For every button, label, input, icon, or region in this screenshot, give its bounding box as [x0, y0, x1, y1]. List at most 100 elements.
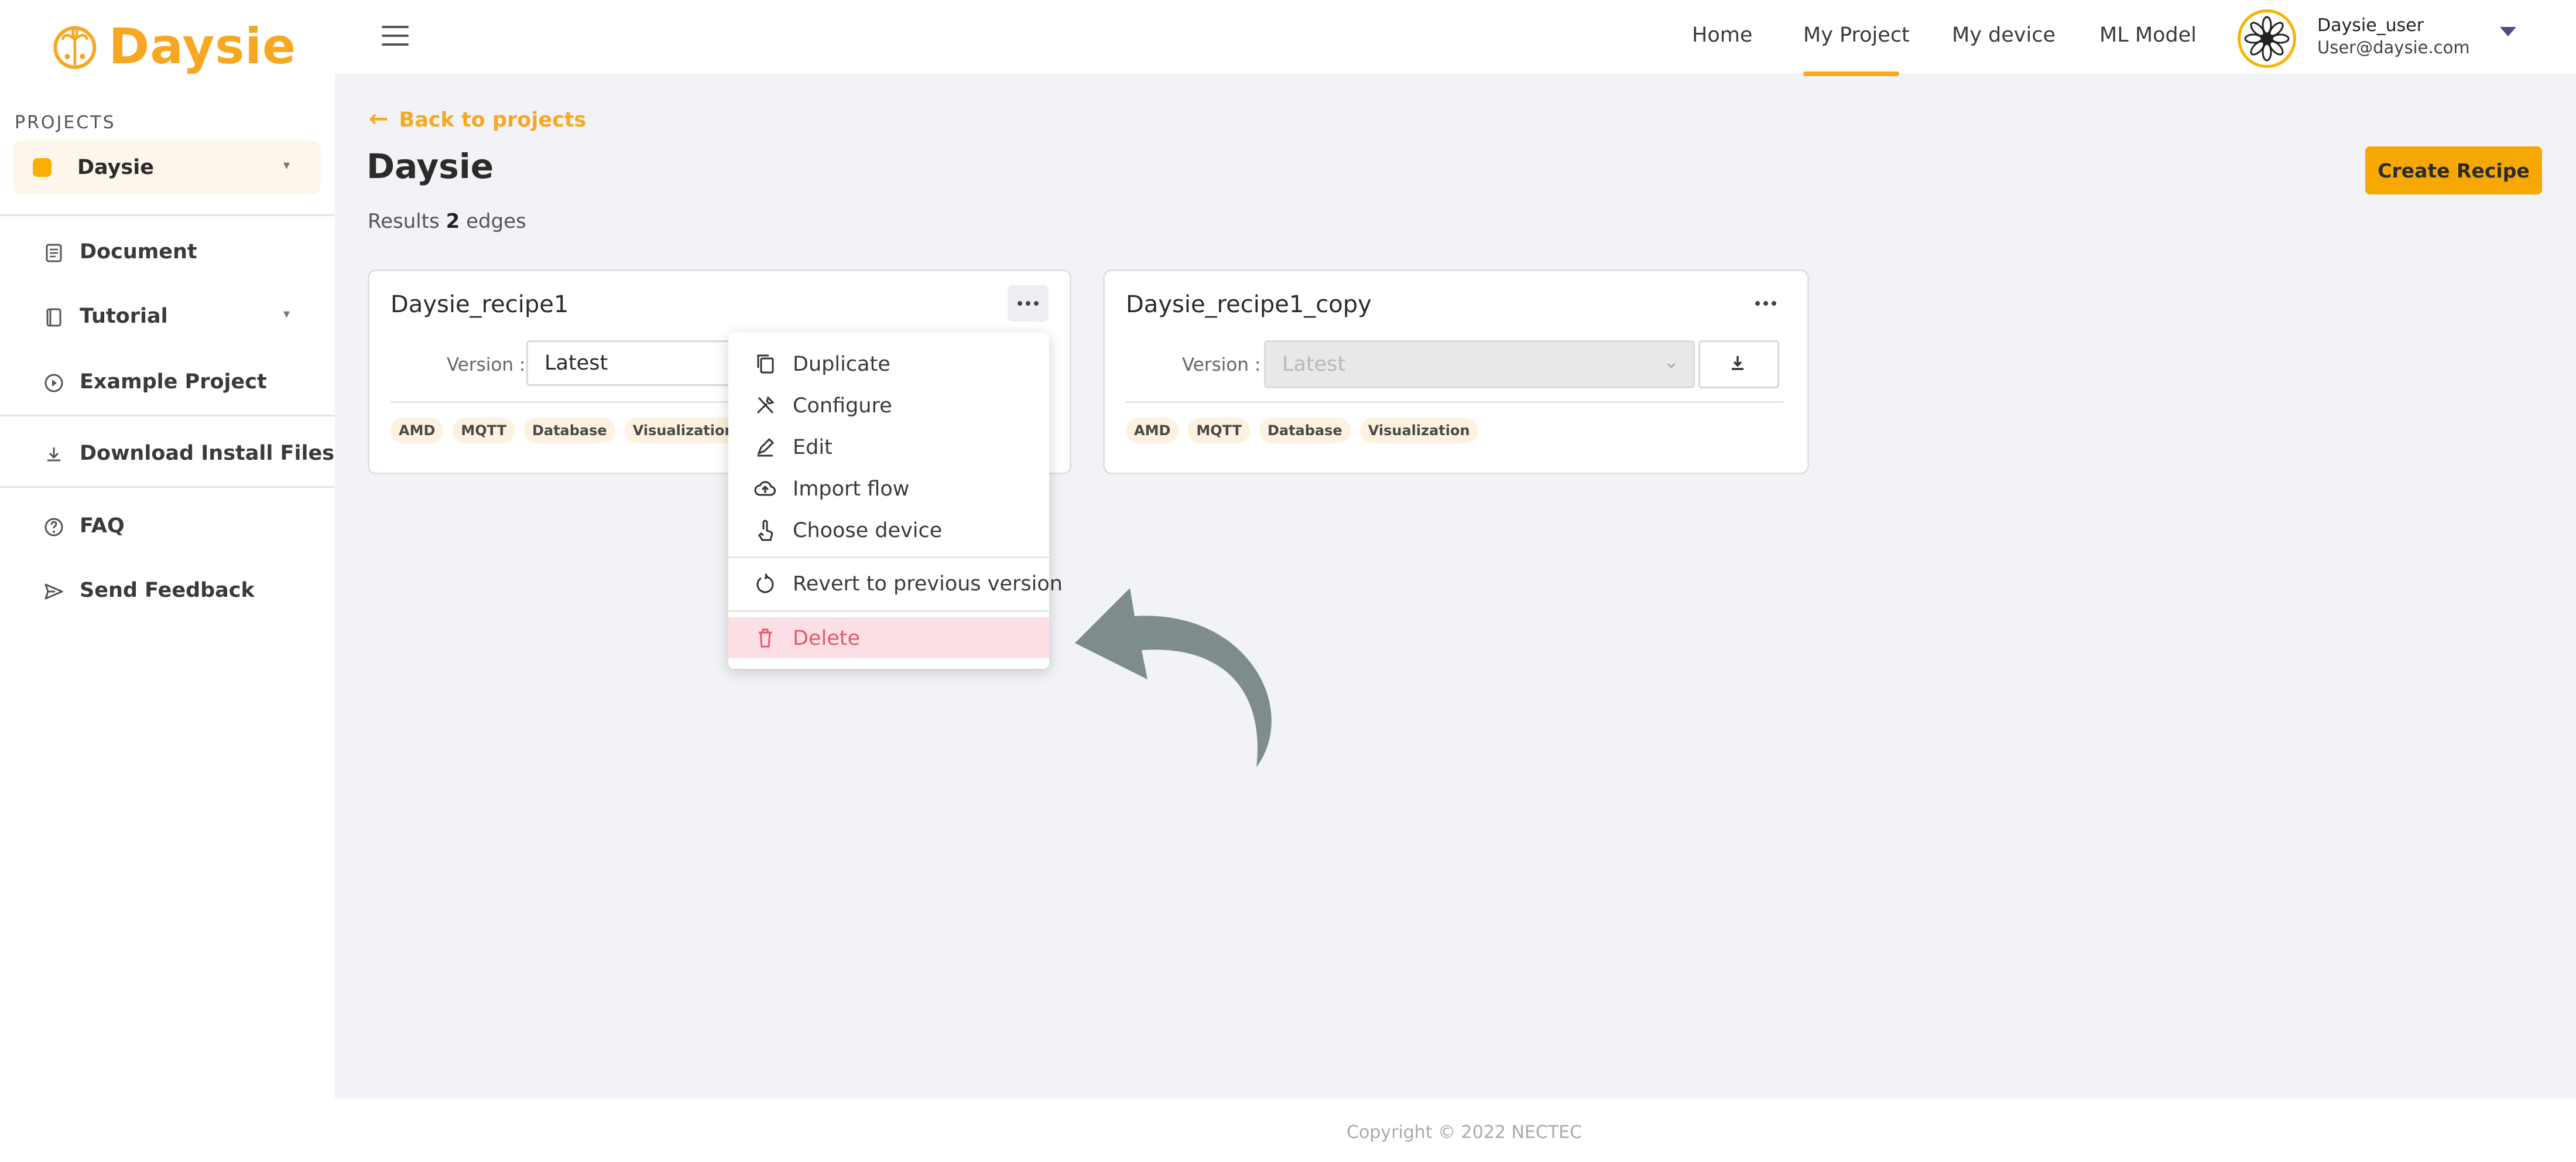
- divider: [1126, 401, 1784, 403]
- sidebar: Daysie PROJECTS Daysie ▾ Document Tutori…: [0, 0, 335, 628]
- menu-item-label: Revert to previous version: [793, 572, 1063, 596]
- results-prefix: Results: [368, 210, 440, 233]
- menu-item-label: Choose device: [793, 519, 943, 542]
- sidebar-item-label: Document: [80, 240, 197, 264]
- sidebar-item-example-project[interactable]: Example Project: [0, 354, 335, 412]
- menu-divider: [728, 556, 1049, 558]
- annotation-arrow-icon: [1075, 588, 1272, 767]
- recipe-title: Daysie_recipe1: [390, 291, 569, 318]
- sidebar-item-label: FAQ: [80, 514, 125, 538]
- cloud-upload-icon: [754, 481, 776, 496]
- menu-toggle-icon[interactable]: [382, 26, 409, 47]
- version-label: Version :: [447, 354, 526, 375]
- arrow-left-icon: ←: [369, 105, 389, 132]
- more-options-button[interactable]: [1745, 285, 1786, 322]
- nav-ml-model[interactable]: ML Model: [2099, 23, 2197, 47]
- active-nav-indicator: [1803, 71, 1899, 76]
- sidebar-item-tutorial[interactable]: Tutorial ▾: [0, 288, 335, 347]
- sidebar-item-label: Send Feedback: [80, 579, 255, 602]
- tag: MQTT: [1188, 418, 1250, 443]
- menu-item-edit[interactable]: Edit: [728, 426, 1049, 467]
- menu-item-choose-device[interactable]: Choose device: [728, 510, 1049, 551]
- menu-item-import-flow[interactable]: Import flow: [728, 468, 1049, 509]
- play-circle-icon: [44, 374, 63, 392]
- menu-item-configure[interactable]: Configure: [728, 385, 1049, 426]
- sidebar-item-send-feedback[interactable]: Send Feedback: [0, 562, 335, 621]
- divider: [0, 214, 335, 216]
- download-button[interactable]: [1698, 340, 1779, 388]
- sidebar-item-faq[interactable]: FAQ: [0, 498, 335, 556]
- nav-my-device[interactable]: My device: [1952, 23, 2056, 47]
- sidebar-item-download-install-files[interactable]: Download Install Files: [0, 425, 335, 484]
- context-menu: Duplicate Configure Edit Import flow Cho…: [728, 333, 1063, 669]
- tag: Database: [523, 418, 615, 443]
- version-select[interactable]: Latest ⌄: [1264, 340, 1695, 388]
- help-circle-icon: [44, 518, 63, 536]
- copy-icon: [757, 354, 774, 374]
- project-select[interactable]: [13, 141, 321, 194]
- project-color-dot: [33, 158, 52, 177]
- sidebar-item-label: Example Project: [80, 370, 267, 394]
- menu-item-label: Configure: [793, 394, 892, 418]
- nav-my-project[interactable]: My Project: [1803, 23, 1910, 47]
- more-options-button[interactable]: [1008, 285, 1049, 322]
- tools-icon: [756, 396, 775, 414]
- user-email: User@daysie.com: [2317, 37, 2470, 57]
- daysie-logo-icon: [53, 26, 97, 69]
- tag: MQTT: [453, 418, 515, 443]
- logo-text: Daysie: [108, 18, 296, 75]
- sidebar-item-document[interactable]: Document: [0, 224, 335, 282]
- menu-item-revert[interactable]: Revert to previous version: [728, 563, 1063, 604]
- back-to-projects-link[interactable]: ← Back to projects: [369, 105, 586, 132]
- menu-item-label: Duplicate: [793, 353, 890, 376]
- revert-icon: [756, 573, 774, 593]
- tag-list: AMD MQTT Database Visualization: [1126, 418, 1488, 443]
- menu-item-label: Delete: [793, 627, 860, 650]
- tag: Visualization: [1359, 418, 1478, 443]
- tag: AMD: [1126, 418, 1179, 443]
- tag-list: AMD MQTT Database Visualization: [390, 418, 752, 443]
- logo[interactable]: Daysie: [50, 8, 296, 84]
- recipe-title: Daysie_recipe1_copy: [1126, 291, 1372, 318]
- book-icon: [46, 308, 61, 327]
- user-menu-caret-icon[interactable]: [2500, 27, 2516, 36]
- trash-icon: [759, 628, 772, 648]
- tag: AMD: [390, 418, 444, 443]
- chevron-down-icon: ▾: [283, 158, 290, 173]
- menu-item-delete[interactable]: Delete: [728, 617, 1049, 658]
- projects-section-label: PROJECTS: [15, 112, 116, 133]
- create-recipe-button[interactable]: Create Recipe: [2365, 146, 2542, 194]
- menu-item-label: Edit: [793, 436, 833, 459]
- recipe-card[interactable]: Daysie_recipe1_copy Version : Latest ⌄ A…: [1103, 269, 1809, 474]
- results-count: 2: [446, 210, 460, 233]
- edit-icon: [757, 438, 775, 457]
- menu-item-label: Import flow: [793, 477, 910, 501]
- back-label: Back to projects: [399, 108, 587, 132]
- sidebar-item-label: Download Install Files: [80, 442, 335, 465]
- nav-home[interactable]: Home: [1692, 23, 1752, 47]
- touch-icon: [758, 520, 773, 541]
- tag: Visualization: [624, 418, 743, 443]
- main-content: [335, 73, 2576, 1099]
- results-summary: Results 2 edges: [368, 210, 526, 233]
- divider: [0, 486, 335, 488]
- version-label: Version :: [1182, 354, 1261, 375]
- menu-item-duplicate[interactable]: Duplicate: [728, 343, 1049, 384]
- project-select-value: Daysie: [77, 156, 154, 179]
- document-icon: [46, 244, 62, 262]
- avatar[interactable]: [2238, 9, 2296, 68]
- user-name: Daysie_user: [2317, 15, 2424, 36]
- download-icon: [47, 447, 60, 462]
- send-icon: [44, 583, 63, 600]
- divider: [0, 415, 335, 416]
- page-title: Daysie: [366, 146, 494, 186]
- version-select-value: Latest: [1282, 353, 1346, 376]
- chevron-down-icon: ⌄: [1663, 350, 1679, 372]
- chevron-down-icon: ▾: [283, 307, 290, 322]
- version-select-value: Latest: [544, 351, 608, 375]
- tag: Database: [1259, 418, 1351, 443]
- flower-avatar-icon: [2244, 16, 2290, 61]
- results-suffix: edges: [466, 210, 526, 233]
- download-icon: [1732, 356, 1743, 370]
- menu-divider: [728, 610, 1049, 612]
